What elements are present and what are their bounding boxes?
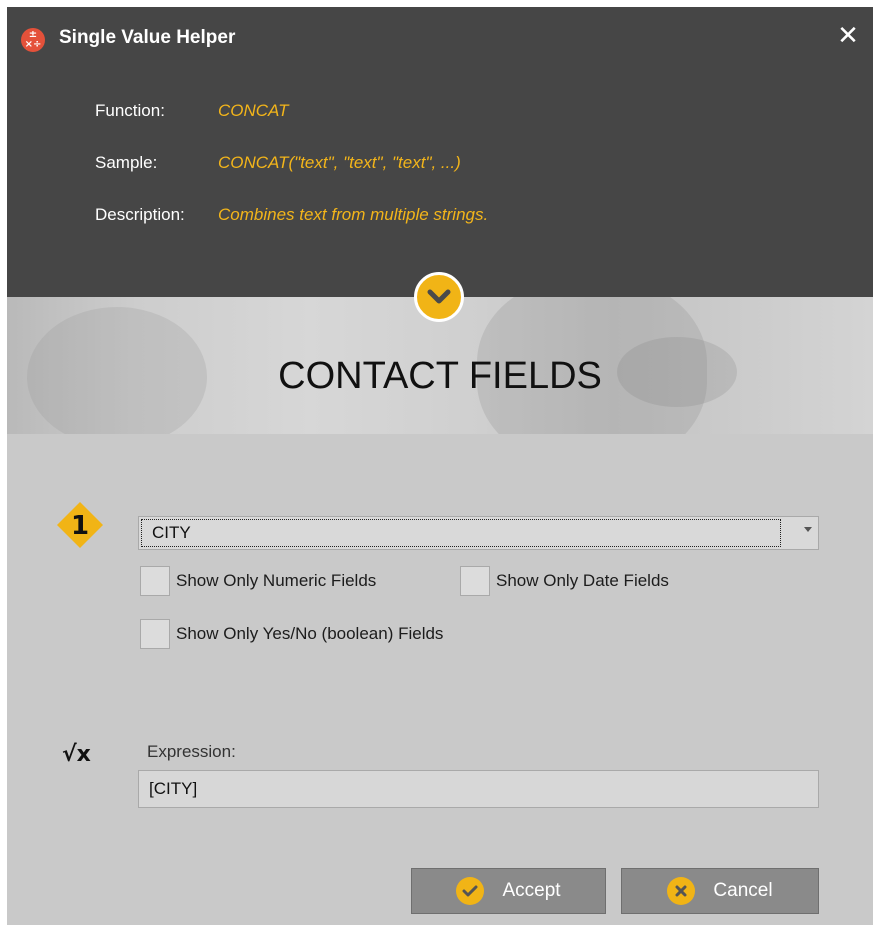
sample-value: CONCAT("text", "text", "text", ...) [218,153,461,172]
checkbox-box[interactable] [460,566,490,596]
description-label: Description: [95,205,185,224]
dialog-window: ± ×÷ Single Value Helper ✕ Function: CONC… [7,7,873,925]
expression-field[interactable]: [CITY] [138,770,819,808]
description-value: Combines text from multiple strings. [218,205,489,224]
field-select[interactable]: CITY [138,516,819,550]
description-row: Description: Combines text from multiple… [95,203,488,227]
sample-row: Sample: CONCAT("text", "text", "text", .… [95,151,461,175]
boolean-fields-checkbox[interactable]: Show Only Yes/No (boolean) Fields [140,619,443,649]
boolean-fields-label: Show Only Yes/No (boolean) Fields [176,624,444,643]
function-value: CONCAT [218,101,289,120]
checkbox-box[interactable] [140,566,170,596]
numeric-fields-checkbox[interactable]: Show Only Numeric Fields [140,566,376,596]
close-icon: ✕ [837,21,859,51]
dropdown-arrow-icon[interactable] [804,527,812,532]
cancel-button[interactable]: Cancel [621,868,819,914]
field-select-value: CITY [141,519,781,547]
cancel-label: Cancel [713,880,773,901]
step-number: 1 [71,511,89,541]
step-number-badge: 1 [57,502,103,548]
chevron-down-icon [414,272,464,322]
section-title: CONTACT FIELDS [278,355,602,397]
close-button[interactable]: ✕ [835,23,861,49]
calculator-icon: ± ×÷ [21,28,45,52]
check-circle-icon [456,877,485,905]
checkbox-box[interactable] [140,619,170,649]
date-fields-checkbox[interactable]: Show Only Date Fields [460,566,669,596]
accept-button[interactable]: Accept [411,868,606,914]
date-fields-label: Show Only Date Fields [496,571,669,590]
numeric-fields-label: Show Only Numeric Fields [176,571,377,590]
accept-label: Accept [502,880,561,901]
expression-label: Expression: [147,742,236,761]
square-root-icon: √x [62,742,91,767]
sample-label: Sample: [95,153,158,172]
x-circle-icon [667,877,696,905]
dialog-header: ± ×÷ Single Value Helper ✕ Function: CONC… [7,7,873,297]
function-label: Function: [95,101,165,120]
window-title: Single Value Helper [59,27,236,48]
function-row: Function: CONCAT [95,99,289,123]
